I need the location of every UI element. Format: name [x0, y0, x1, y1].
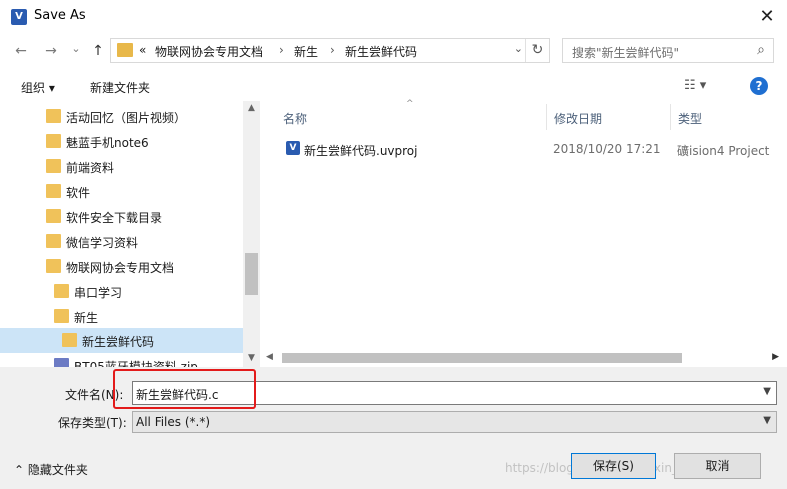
zip-archive-icon [54, 358, 69, 367]
tree-item[interactable]: 前端资料 [0, 154, 243, 179]
tree-item-selected[interactable]: 新生尝鲜代码 [0, 328, 243, 353]
back-arrow-icon[interactable]: ← [11, 41, 31, 61]
tree-item[interactable]: 活动回忆（图片视频） [0, 104, 243, 129]
search-input[interactable]: 搜索"新生尝鲜代码" ⌕ [562, 38, 774, 63]
forward-arrow-icon[interactable]: → [41, 41, 61, 61]
folder-icon [54, 284, 69, 298]
breadcrumb-overflow[interactable]: « [139, 43, 146, 57]
folder-icon [117, 43, 133, 57]
column-divider[interactable] [546, 104, 547, 130]
uvision-project-icon: V [286, 141, 300, 155]
file-type: 礦ision4 Project [677, 144, 770, 158]
sort-ascending-icon: ^ [406, 99, 414, 109]
up-arrow-icon[interactable]: ↑ [88, 41, 108, 61]
folder-icon [54, 309, 69, 323]
save-button[interactable]: 保存(S) [571, 453, 656, 479]
folder-icon [46, 234, 61, 248]
scroll-right-icon[interactable]: ▶ [772, 352, 779, 362]
filetype-value: All Files (*.*) [136, 415, 211, 429]
tree-item[interactable]: 微信学习资料 [0, 229, 243, 254]
folder-icon [46, 134, 61, 148]
scroll-left-icon[interactable]: ◀ [266, 352, 273, 362]
filetype-label: 保存类型(T): [58, 416, 127, 430]
folder-icon [46, 159, 61, 173]
column-header-type[interactable]: 类型 [678, 110, 702, 127]
organize-menu[interactable]: 组织 ▾ [21, 79, 55, 96]
column-header-date[interactable]: 修改日期 [554, 110, 602, 127]
navigation-pane: 活动回忆（图片视频） 魅蓝手机note6 前端资料 软件 软件安全下载目录 微信… [0, 101, 260, 367]
tree-item[interactable]: 魅蓝手机note6 [0, 129, 243, 154]
highlight-annotation [113, 369, 256, 409]
window-title: Save As [34, 8, 86, 23]
cancel-button[interactable]: 取消 [674, 453, 761, 479]
tree-item[interactable]: 软件 [0, 179, 243, 204]
filetype-select[interactable]: All Files (*.*) ▼ [132, 411, 777, 433]
address-dropdown-icon[interactable]: ⌄ [514, 42, 523, 55]
folder-icon [62, 333, 77, 347]
search-placeholder: 搜索"新生尝鲜代码" [572, 46, 680, 60]
breadcrumb-item[interactable]: 新生尝鲜代码 [345, 43, 417, 60]
breadcrumb-separator-icon[interactable]: › [330, 43, 335, 57]
file-date: 2018/10/20 17:21 [553, 142, 661, 156]
address-bar[interactable]: « 物联网协会专用文档 › 新生 › 新生尝鲜代码 ⌄ ↻ [110, 38, 550, 63]
breadcrumb-item[interactable]: 新生 [294, 43, 318, 60]
column-divider[interactable] [670, 104, 671, 130]
help-icon[interactable]: ? [750, 77, 768, 95]
app-icon: V [11, 9, 27, 25]
folder-icon [46, 209, 61, 223]
tree-scrollbar[interactable]: ▲ ▼ [243, 101, 260, 367]
title-bar [0, 0, 787, 36]
column-header-name[interactable]: 名称 [283, 110, 307, 127]
scrollbar-thumb[interactable] [245, 253, 258, 295]
folder-icon [46, 109, 61, 123]
recent-locations-dropdown-icon[interactable]: ⌄ [66, 39, 86, 59]
new-folder-button[interactable]: 新建文件夹 [90, 79, 150, 96]
scrollbar-thumb[interactable] [282, 353, 682, 363]
breadcrumb-separator-icon[interactable]: › [279, 43, 284, 57]
scroll-down-icon[interactable]: ▼ [243, 353, 260, 363]
tree-item[interactable]: 串口学习 [0, 279, 243, 304]
tree-item[interactable]: 软件安全下载目录 [0, 204, 243, 229]
folder-icon [46, 184, 61, 198]
breadcrumb-item[interactable]: 物联网协会专用文档 [155, 43, 263, 60]
close-button[interactable]: ✕ [752, 3, 782, 31]
chevron-down-icon[interactable]: ▼ [763, 415, 771, 426]
scroll-up-icon[interactable]: ▲ [243, 103, 260, 113]
tree-item[interactable]: BT05蓝牙模块资料.zip [0, 353, 243, 367]
search-icon: ⌕ [757, 42, 765, 58]
hide-folders-toggle[interactable]: ⌃ 隐藏文件夹 [14, 461, 88, 478]
refresh-icon[interactable]: ↻ [525, 39, 549, 62]
tree-item[interactable]: 物联网协会专用文档 [0, 254, 243, 279]
chevron-down-icon[interactable]: ▼ [763, 386, 771, 397]
tree-item[interactable]: 新生 [0, 304, 243, 329]
folder-icon [46, 259, 61, 273]
chevron-up-icon: ⌃ [14, 463, 28, 477]
horizontal-scrollbar[interactable]: ◀ ▶ [260, 349, 787, 367]
file-name[interactable]: 新生尝鲜代码.uvproj [304, 142, 418, 159]
view-options-icon[interactable]: ☷ ▾ [684, 78, 706, 93]
